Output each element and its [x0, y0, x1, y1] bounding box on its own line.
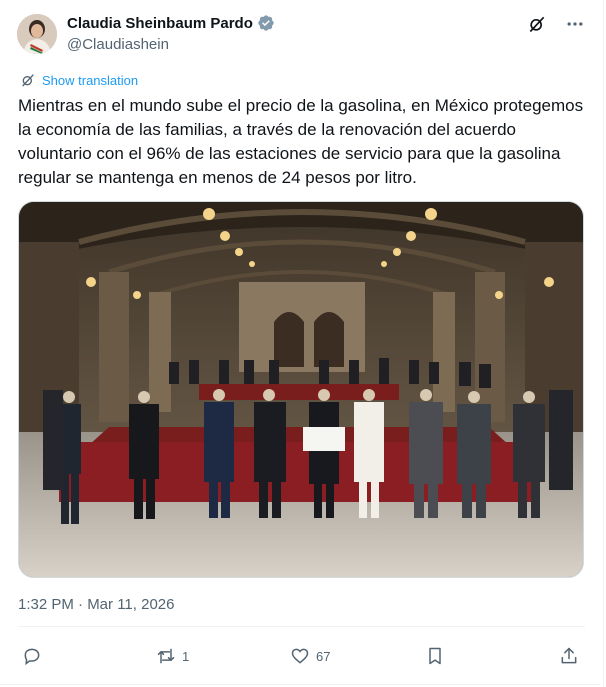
action-bar: 1 67 — [22, 646, 582, 670]
bookmark-icon — [429, 647, 441, 665]
author-name-row[interactable]: Claudia Sheinbaum Pardo — [67, 14, 275, 32]
avatar[interactable] — [17, 14, 57, 54]
repost-icon — [157, 648, 175, 664]
share-icon — [561, 647, 577, 664]
tweet-card: Claudia Sheinbaum Pardo @Claudiashein Sh… — [0, 0, 604, 687]
grok-icon[interactable] — [527, 14, 547, 34]
show-translation-label[interactable]: Show translation — [42, 73, 138, 88]
repost-count: 1 — [182, 648, 190, 664]
bookmark-button[interactable] — [425, 646, 445, 666]
tweet-photo[interactable] — [18, 201, 584, 578]
divider — [18, 626, 585, 627]
like-count: 67 — [316, 648, 331, 664]
share-button[interactable] — [559, 646, 579, 666]
like-icon — [291, 648, 309, 664]
bottom-divider — [0, 684, 601, 685]
reply-button[interactable] — [22, 646, 42, 666]
verified-icon — [257, 14, 275, 32]
like-button[interactable]: 67 — [290, 646, 330, 666]
author-handle[interactable]: @Claudiashein — [67, 36, 169, 53]
tweet-text: Mientras en el mundo sube el precio de l… — [18, 96, 584, 187]
reply-icon — [24, 648, 40, 666]
header-actions — [527, 14, 585, 34]
author-name[interactable]: Claudia Sheinbaum Pardo — [67, 15, 253, 32]
translate-icon — [22, 74, 34, 87]
repost-button[interactable]: 1 — [156, 646, 189, 666]
show-translation-link[interactable]: Show translation — [20, 72, 138, 88]
tweet-timestamp[interactable]: 1:32 PM · Mar 11, 2026 — [18, 596, 174, 613]
more-icon[interactable] — [565, 14, 585, 34]
